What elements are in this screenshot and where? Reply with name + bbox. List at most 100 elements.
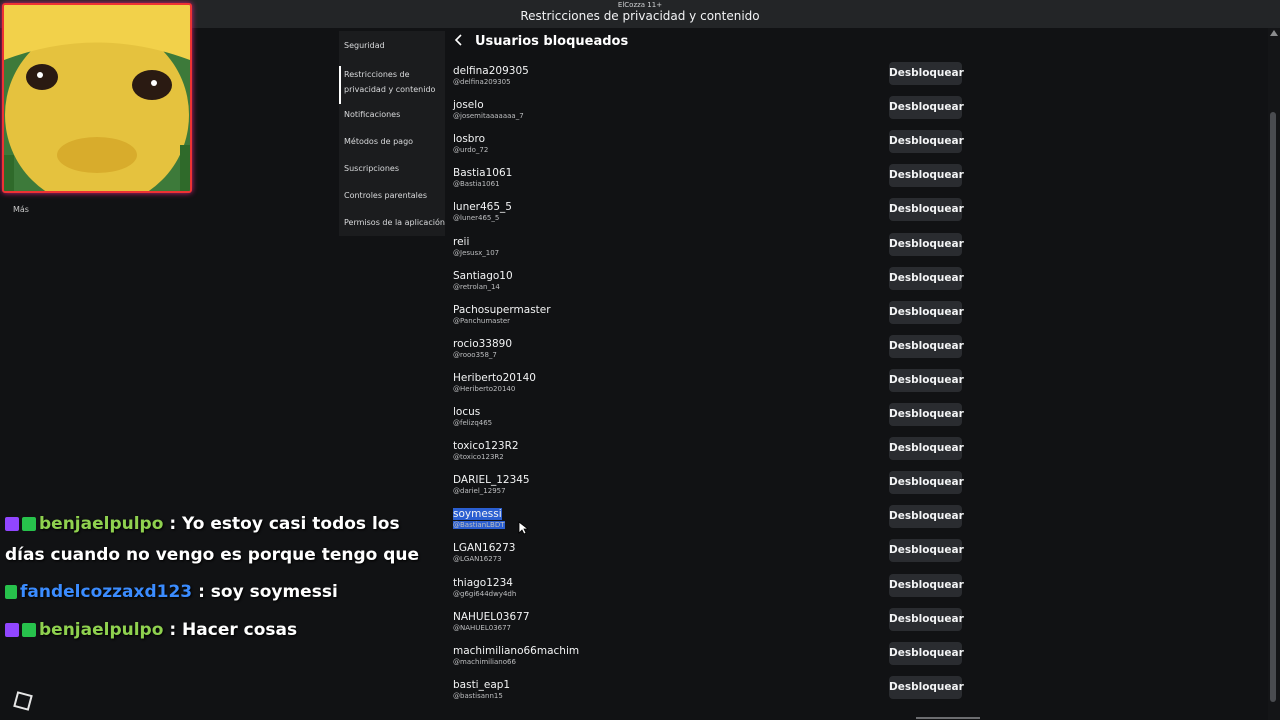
unblock-button[interactable]: Desbloquear — [889, 96, 964, 120]
blocked-user-row: DARIEL_12345 @dariel_12957 Desbloquear — [452, 471, 964, 508]
unblock-button[interactable]: Desbloquear — [889, 334, 964, 358]
blocked-user-handle: @rooo358_7 — [453, 350, 497, 359]
twitch-badge-icon — [5, 623, 19, 637]
blocked-user-name: toxico123R2 — [453, 440, 519, 453]
blocked-user-handle: @delfina209305 — [453, 78, 511, 86]
blocked-user-row: rocio33890 @rooo358_7 Desbloquear — [452, 334, 964, 372]
kick-badge-icon — [5, 585, 17, 599]
unblock-button[interactable]: Desbloquear — [889, 130, 964, 154]
blocked-user-handle: @BastianLBDT — [453, 521, 505, 530]
unblock-button[interactable]: Desbloquear — [889, 641, 964, 665]
blocked-user-handle: @felizq465 — [453, 419, 493, 427]
sidebar-item-suscripciones[interactable]: Suscripciones — [344, 162, 399, 176]
sidebar-item-metodos-pago[interactable]: Métodos de pago — [344, 135, 413, 149]
divider — [916, 717, 980, 719]
chat-text-continued: días cuando no vengo es porque tengo que — [5, 545, 420, 565]
blocked-user-name: joselo — [453, 99, 484, 112]
blocked-user-name: reii — [453, 235, 470, 248]
blocked-user-row: machimiliano66machim @machimiliano66 Desbl… — [452, 641, 964, 679]
blocked-user-row: reii @Jesusx_107 Desbloquear — [452, 232, 964, 270]
blocked-user-handle: @machimiliano66 — [453, 657, 516, 666]
chat-message: benjaelpulpo : Hacer cosas — [5, 615, 297, 646]
check-badge-icon — [22, 623, 36, 637]
sidebar-active-indicator — [339, 66, 341, 104]
window-title: Restricciones de privacidad y contenido — [520, 9, 760, 23]
blocked-user-row: Santiago10 @retrolan_14 Desbloquear — [452, 266, 964, 304]
blocked-user-row: delfina209305 @delfina209305 Desbloquear — [452, 62, 964, 99]
unblock-button[interactable]: Desbloquear — [889, 573, 964, 597]
blocked-user-name: basti_eap1 — [453, 678, 511, 691]
unblock-button[interactable]: Desbloquear — [889, 505, 964, 529]
sidebar-item-permisos[interactable]: Permisos de la aplicación — [344, 216, 445, 230]
back-arrow-icon[interactable] — [452, 33, 468, 49]
settings-sidebar: Seguridad Restricciones de privacidad y … — [339, 31, 445, 236]
blocked-user-row: joselo @josemitaaaaaaa_7 Desbloquear — [452, 96, 964, 133]
blocked-user-name: luner465_5 — [453, 201, 512, 214]
blocked-user-handle: @NAHUEL03677 — [453, 623, 512, 632]
blocked-user-name: Bastia1061 — [453, 167, 513, 180]
unblock-button[interactable]: Desbloquear — [889, 164, 964, 188]
blocked-user-name: NAHUEL03677 — [453, 610, 530, 623]
page-title: Usuarios bloqueados — [475, 34, 629, 49]
roblox-icon — [13, 691, 33, 711]
blocked-user-handle: @Panchumaster — [453, 316, 511, 325]
chat-text: : Yo estoy casi todos los — [169, 514, 400, 534]
unblock-button[interactable]: Desbloquear — [889, 607, 964, 631]
character-face-image — [4, 5, 190, 191]
blocked-user-row: Heriberto20140 @Heriberto20140 Desbloquear — [452, 368, 964, 406]
blocked-user-name: Pachosupermaster — [453, 303, 551, 316]
unblock-button[interactable]: Desbloquear — [889, 198, 964, 222]
blocked-user-row: luner465_5 @luner465_5 Desbloquear — [452, 198, 964, 235]
unblock-button[interactable]: Desbloquear — [889, 368, 964, 392]
blocked-user-row: basti_eap1 @bastisann15 Desbloquear — [452, 675, 964, 713]
unblock-button[interactable]: Desbloquear — [889, 403, 964, 426]
sidebar-item-controles-parentales[interactable]: Controles parentales — [344, 189, 427, 203]
webcam-overlay — [2, 3, 192, 193]
unblock-button[interactable]: Desbloquear — [889, 675, 964, 699]
unblock-button[interactable]: Desbloquear — [889, 232, 964, 256]
blocked-user-row: locus @felizq465 Desbloquear — [452, 403, 964, 440]
blocked-user-handle: @Heriberto20140 — [453, 384, 516, 393]
blocked-user-name: losbro — [453, 133, 485, 146]
blocked-user-row: LGAN16273 @LGAN16273 Desbloquear — [452, 539, 964, 576]
scrollbar-thumb[interactable] — [1270, 112, 1276, 702]
blocked-user-name: Santiago10 — [453, 269, 513, 282]
chat-message: fandelcozzaxd123 : soy soymessi — [5, 577, 338, 608]
check-badge-icon — [22, 517, 36, 531]
blocked-user-handle: @josemitaaaaaaa_7 — [453, 112, 524, 121]
blocked-user-name: machimiliano66machim — [453, 644, 580, 657]
blocked-user-handle: @retrolan_14 — [453, 282, 500, 291]
blocked-user-handle: @dariel_12957 — [453, 487, 506, 496]
unblock-button[interactable]: Desbloquear — [889, 539, 964, 563]
blocked-user-row: NAHUEL03677 @NAHUEL03677 Desbloquear — [452, 607, 964, 645]
unblock-button[interactable]: Desbloquear — [889, 266, 964, 290]
unblock-button[interactable]: Desbloquear — [889, 300, 964, 324]
twitch-badge-icon — [5, 517, 19, 531]
scroll-up-arrow-icon[interactable] — [1270, 30, 1278, 36]
chat-text: : Hacer cosas — [169, 620, 298, 640]
blocked-user-row: Bastia1061 @Bastia1061 Desbloquear — [452, 164, 964, 201]
sidebar-item-privacidad[interactable]: Restricciones de privacidad y contenido — [344, 67, 436, 97]
blocked-user-name: locus — [453, 406, 481, 418]
sidebar-item-notificaciones[interactable]: Notificaciones — [344, 108, 400, 122]
blocked-user-row: losbro @urdo_72 Desbloquear — [452, 130, 964, 167]
blocked-user-handle: @urdo_72 — [453, 146, 489, 155]
chat-username: benjaelpulpo — [39, 514, 164, 534]
blocked-user-name: rocio33890 — [453, 337, 513, 350]
chat-username: fandelcozzaxd123 — [20, 582, 193, 602]
blocked-user-name: Heriberto20140 — [453, 371, 536, 384]
chat-message: benjaelpulpo : Yo estoy casi todos los d… — [5, 509, 419, 571]
unblock-button[interactable]: Desbloquear — [889, 62, 964, 85]
unblock-button[interactable]: Desbloquear — [889, 437, 964, 461]
blocked-user-handle: @Bastia1061 — [453, 180, 500, 189]
blocked-user-name: LGAN16273 — [453, 542, 516, 555]
sidebar-item-seguridad[interactable]: Seguridad — [344, 39, 385, 53]
blocked-user-handle: @g6gi644dwy4dh — [453, 589, 517, 598]
blocked-user-row: thiago1234 @g6gi644dwy4dh Desbloquear — [452, 573, 964, 611]
blocked-user-row: soymessi @BastianLBDT Desbloquear — [452, 505, 964, 542]
blocked-user-name: thiago1234 — [453, 576, 513, 589]
blocked-user-name: soymessi — [453, 508, 502, 521]
unblock-button[interactable]: Desbloquear — [889, 471, 964, 495]
more-label: Más — [13, 205, 29, 214]
blocked-user-handle: @toxico123R2 — [453, 453, 504, 462]
